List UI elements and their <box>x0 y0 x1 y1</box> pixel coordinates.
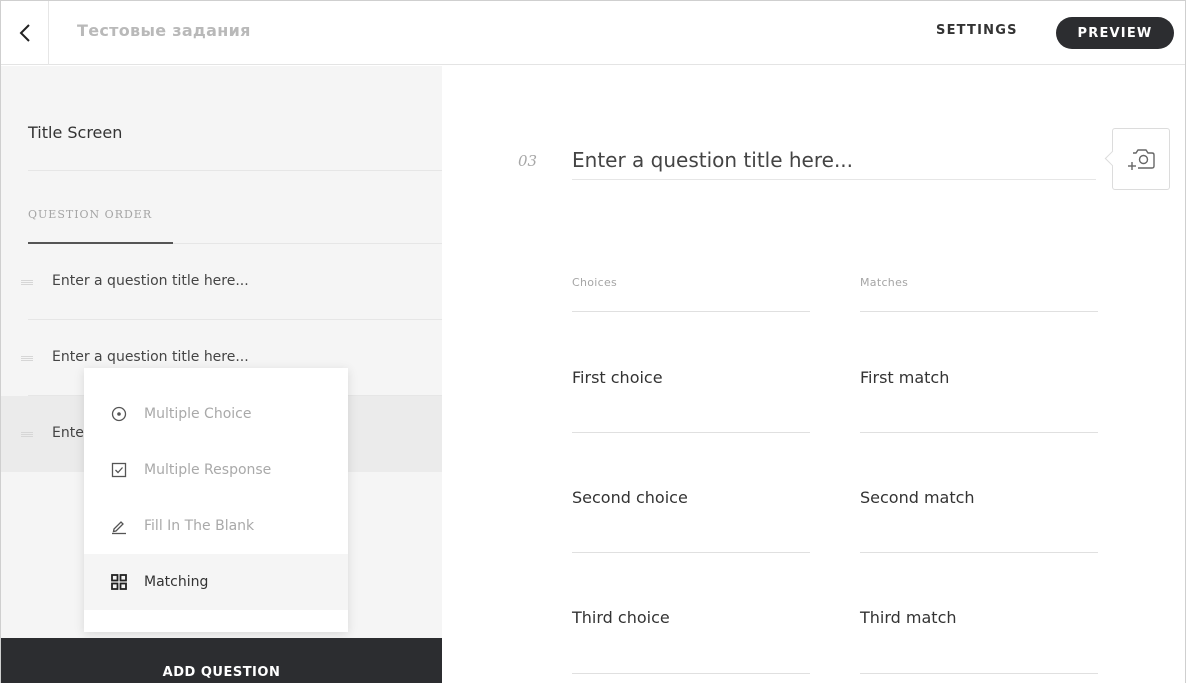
drag-handle-icon[interactable] <box>21 356 33 361</box>
app-window: Тестовые задания SETTINGS PREVIEW Title … <box>0 0 1186 683</box>
question-number: 03 <box>518 152 538 170</box>
back-button[interactable] <box>1 1 49 65</box>
drag-handle-icon[interactable] <box>21 280 33 285</box>
chevron-left-icon <box>19 24 30 42</box>
pencil-icon <box>110 517 128 535</box>
divider <box>572 311 810 312</box>
question-type-menu: Multiple Choice Multiple Response Fill I… <box>84 368 348 632</box>
divider <box>860 673 1098 674</box>
divider <box>572 552 810 553</box>
divider <box>572 673 810 674</box>
menu-item-label: Multiple Response <box>144 462 272 478</box>
choice-input[interactable]: Second choice <box>572 488 688 507</box>
drag-handle-icon[interactable] <box>21 432 33 437</box>
question-list-item-title: Enter a question title here... <box>52 349 249 365</box>
add-question-button[interactable]: ADD QUESTION <box>1 638 442 683</box>
preview-button[interactable]: PREVIEW <box>1056 17 1174 49</box>
menu-item-label: Fill In The Blank <box>144 518 255 534</box>
choice-input[interactable]: Third choice <box>572 608 670 627</box>
top-bar: Тестовые задания SETTINGS PREVIEW <box>1 1 1185 65</box>
menu-item-multiple-choice[interactable]: Multiple Choice <box>84 386 348 442</box>
menu-item-multiple-response[interactable]: Multiple Response <box>84 442 348 498</box>
choice-input[interactable]: First choice <box>572 368 663 387</box>
title-screen-link[interactable]: Title Screen <box>28 123 122 142</box>
add-image-icon <box>1128 149 1155 170</box>
checkbox-icon <box>110 461 128 479</box>
add-image-button[interactable] <box>1112 128 1170 190</box>
grid-icon <box>110 573 128 591</box>
divider <box>28 170 442 171</box>
match-input[interactable]: First match <box>860 368 949 387</box>
question-order-tab[interactable]: QUESTION ORDER <box>28 208 152 221</box>
question-editor: 03 Choices Matches First choice First ma… <box>442 66 1185 683</box>
divider <box>860 311 1098 312</box>
question-title-input[interactable] <box>572 140 1096 180</box>
divider <box>860 552 1098 553</box>
match-input[interactable]: Second match <box>860 488 975 507</box>
choices-column-header: Choices <box>572 276 618 289</box>
matches-column-header: Matches <box>860 276 909 289</box>
question-list-item[interactable]: Enter a question title here... <box>1 244 442 320</box>
menu-item-fill-in-the-blank[interactable]: Fill In The Blank <box>84 498 348 554</box>
menu-item-label: Multiple Choice <box>144 406 252 422</box>
menu-item-label: Matching <box>144 574 209 590</box>
question-list-item-title: Enter a question title here... <box>52 273 249 289</box>
question-list-item-title: Ente <box>52 425 84 441</box>
radio-icon <box>110 405 128 423</box>
menu-item-matching[interactable]: Matching <box>84 554 348 610</box>
match-input[interactable]: Third match <box>860 608 957 627</box>
divider <box>860 432 1098 433</box>
course-title: Тестовые задания <box>77 21 251 40</box>
divider <box>572 432 810 433</box>
settings-button[interactable]: SETTINGS <box>936 23 1018 38</box>
